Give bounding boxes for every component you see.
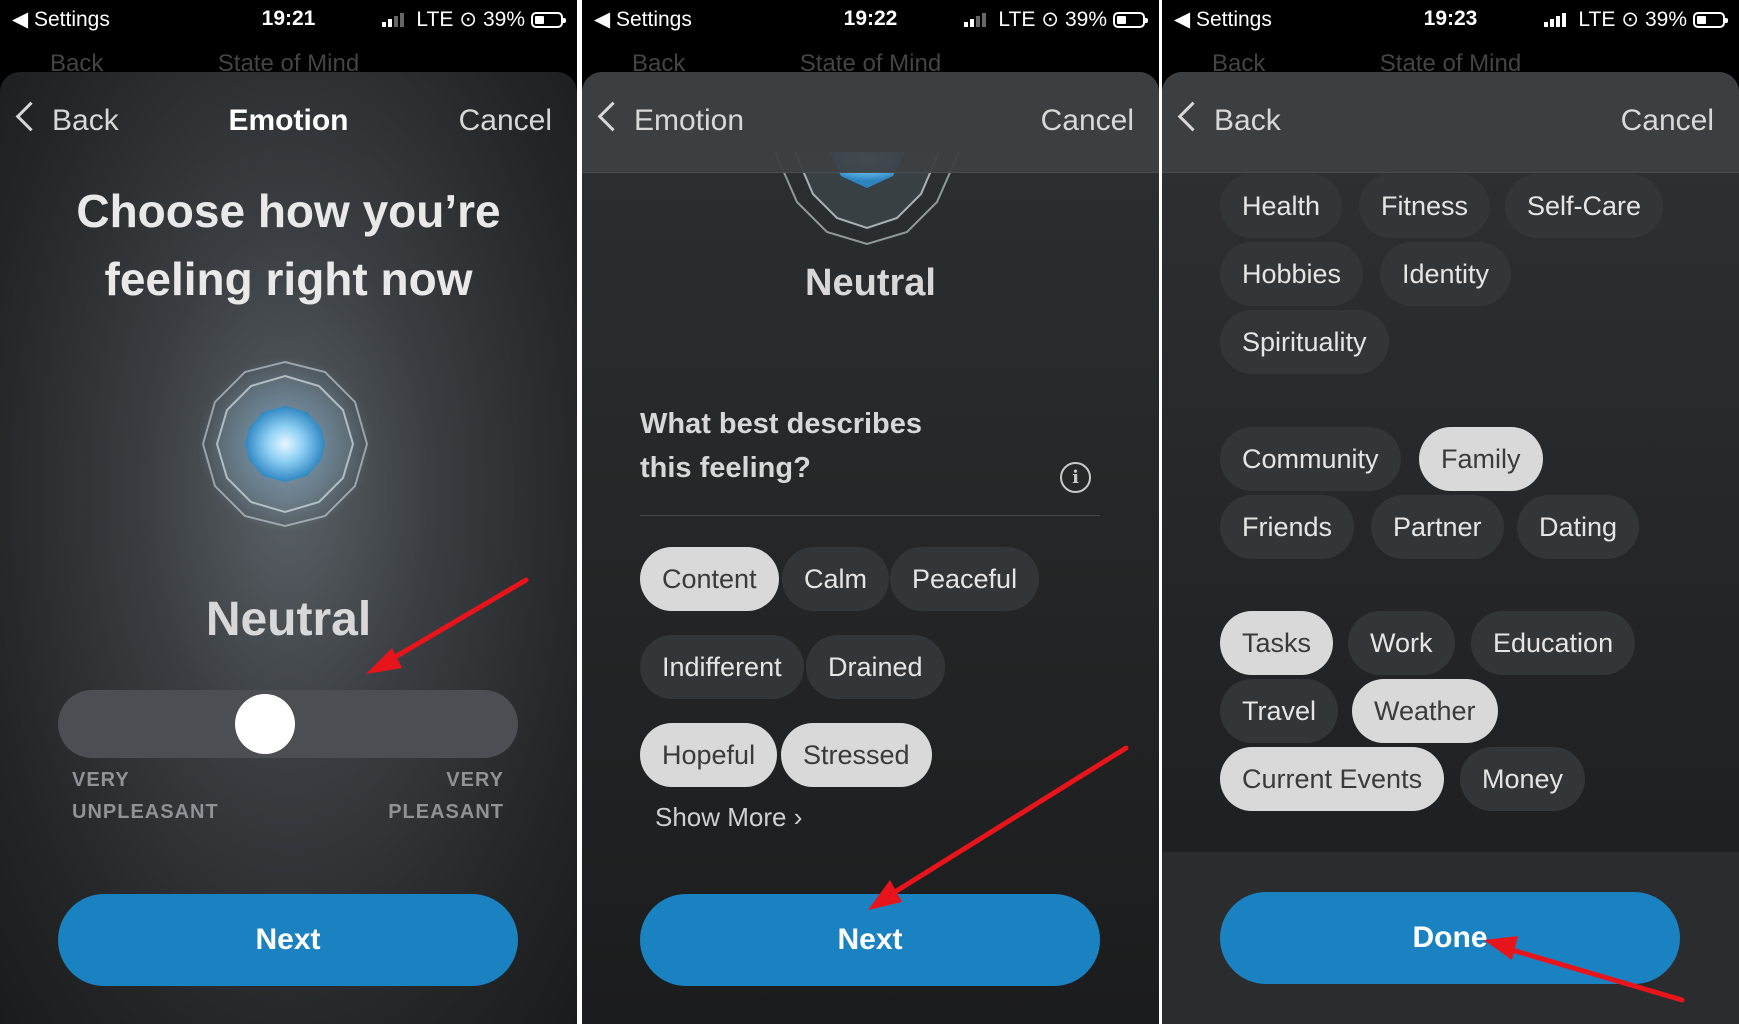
info-icon[interactable]: i (1060, 462, 1091, 493)
chevron-right-icon: › (793, 802, 803, 832)
slider-min-line-2: UNPLEASANT (72, 801, 219, 823)
phone-screen-emotion: ◀ Settings 19:21 LTE ⊙ 39% Back State of… (0, 0, 577, 1024)
battery-icon (1693, 11, 1728, 28)
phone-screen-associations: ◀ Settings 19:23 LTE ⊙ 39% Back State of… (1162, 0, 1739, 1024)
done-button[interactable]: Done (1220, 892, 1680, 984)
back-button[interactable]: Back (1214, 104, 1281, 138)
signal-icon (964, 12, 987, 27)
chip-identity[interactable]: Identity (1380, 242, 1512, 306)
modal-sheet: Back Emotion Cancel Choose how you’re fe… (0, 72, 577, 1024)
chip-current-events[interactable]: Current Events (1220, 747, 1445, 811)
slider-min-label: VERY UNPLEASANT (72, 764, 219, 828)
slider-thumb[interactable] (235, 694, 295, 754)
network-label: LTE (998, 7, 1036, 31)
chip-health[interactable]: Health (1220, 174, 1343, 238)
chip-peaceful[interactable]: Peaceful (890, 547, 1040, 611)
chip-fitness[interactable]: Fitness (1359, 174, 1491, 238)
page-title: Choose how you’re feeling right now (0, 177, 577, 313)
nav-bar: Back Emotion Cancel (0, 72, 577, 172)
chip-work[interactable]: Work (1348, 611, 1455, 675)
slider-min-line-1: VERY (72, 769, 130, 791)
question-line-2: this feeling? (640, 452, 811, 484)
cancel-button[interactable]: Cancel (1041, 104, 1134, 138)
chip-indifferent[interactable]: Indifferent (640, 635, 804, 699)
chip-partner[interactable]: Partner (1371, 495, 1504, 559)
title-line-1: Choose how you’re (76, 185, 501, 237)
title-line-2: feeling right now (104, 253, 473, 305)
phone-screen-feelings: ◀ Settings 19:22 LTE ⊙ 39% Back State of… (582, 0, 1159, 1024)
next-button[interactable]: Next (58, 894, 518, 986)
mood-label: Neutral (805, 262, 936, 304)
question-line-1: What best describes (640, 408, 923, 440)
chip-dating[interactable]: Dating (1517, 495, 1640, 559)
show-more-label: Show More (655, 802, 787, 832)
chip-tasks[interactable]: Tasks (1220, 611, 1334, 675)
status-bar: ◀ Settings 19:23 LTE ⊙ 39% (1162, 0, 1739, 38)
cancel-button[interactable]: Cancel (459, 104, 552, 138)
modal-sheet: Emotion Cancel Neutral What best describ… (582, 72, 1159, 1024)
orientation-lock-icon: ⊙ (1621, 8, 1639, 31)
network-label: LTE (416, 7, 454, 31)
battery-percent: 39% (1644, 7, 1687, 31)
battery-icon (1113, 11, 1148, 28)
battery-percent: 39% (1064, 7, 1107, 31)
chip-money[interactable]: Money (1460, 747, 1586, 811)
chip-weather[interactable]: Weather (1352, 679, 1498, 743)
nav-bar: Emotion Cancel (582, 72, 1159, 173)
chip-calm[interactable]: Calm (782, 547, 890, 611)
mood-orb-icon (197, 356, 373, 532)
chip-stressed[interactable]: Stressed (781, 723, 932, 787)
chip-family[interactable]: Family (1419, 427, 1543, 491)
show-more-link[interactable]: Show More › (655, 802, 802, 833)
chip-friends[interactable]: Friends (1220, 495, 1355, 559)
slider-max-line-2: PLEASANT (388, 801, 504, 823)
chip-education[interactable]: Education (1471, 611, 1636, 675)
chip-drained[interactable]: Drained (806, 635, 945, 699)
slider-max-line-1: VERY (446, 769, 504, 791)
status-bar: ◀ Settings 19:21 LTE ⊙ 39% (0, 0, 577, 38)
chevron-left-icon[interactable] (597, 101, 628, 132)
chip-hobbies[interactable]: Hobbies (1220, 242, 1364, 306)
signal-icon (1544, 12, 1567, 27)
signal-icon (382, 12, 405, 27)
back-button[interactable]: Emotion (634, 104, 744, 138)
modal-sheet: Health Fitness Self-Care Hobbies Identit… (1162, 72, 1739, 1024)
orientation-lock-icon: ⊙ (1041, 8, 1059, 31)
next-button[interactable]: Next (640, 894, 1100, 986)
chip-spirituality[interactable]: Spirituality (1220, 310, 1389, 374)
question-heading: What best describes this feeling? (640, 402, 922, 490)
network-label: LTE (1578, 7, 1616, 31)
chip-content[interactable]: Content (640, 547, 779, 611)
mood-label: Neutral (205, 593, 372, 646)
chip-travel[interactable]: Travel (1220, 679, 1339, 743)
battery-percent: 39% (482, 7, 525, 31)
status-bar: ◀ Settings 19:22 LTE ⊙ 39% (582, 0, 1159, 38)
chevron-left-icon[interactable] (1177, 101, 1208, 132)
cancel-button[interactable]: Cancel (1621, 104, 1714, 138)
nav-bar: Back Cancel (1162, 72, 1739, 173)
divider (640, 515, 1100, 516)
chip-self-care[interactable]: Self-Care (1505, 174, 1664, 238)
battery-icon (531, 11, 566, 28)
slider-max-label: VERY PLEASANT (388, 764, 504, 828)
chip-community[interactable]: Community (1220, 427, 1401, 491)
orientation-lock-icon: ⊙ (459, 8, 477, 31)
chip-hopeful[interactable]: Hopeful (640, 723, 778, 787)
